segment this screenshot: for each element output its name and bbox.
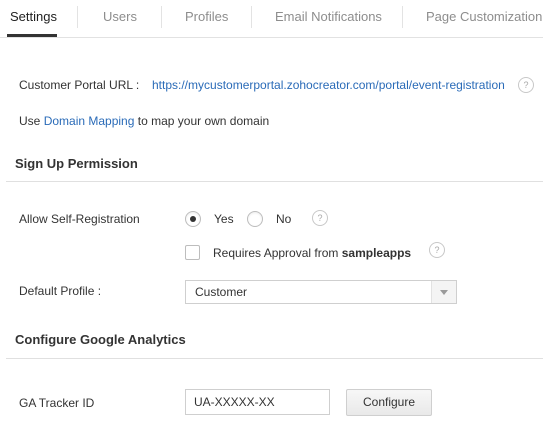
approval-app-name: sampleapps xyxy=(341,246,412,260)
portal-url-label: Customer Portal URL : xyxy=(19,78,140,92)
signup-section-title: Sign Up Permission xyxy=(15,156,138,171)
requires-approval-checkbox[interactable] xyxy=(185,245,200,260)
yes-label: Yes xyxy=(214,212,234,226)
tab-page-customization[interactable]: Page Customization xyxy=(426,0,542,36)
active-tab-indicator xyxy=(7,34,57,37)
portal-url-link[interactable]: https://mycustomerportal.zohocreator.com… xyxy=(152,78,505,92)
tab-email-notifications[interactable]: Email Notifications xyxy=(275,0,382,36)
self-registration-label: Allow Self-Registration xyxy=(19,212,140,226)
section-divider xyxy=(6,358,543,359)
domain-mapping-link[interactable]: Domain Mapping xyxy=(44,114,135,128)
tab-bar: Settings Users Profiles Email Notificati… xyxy=(0,0,543,38)
dropdown-button[interactable] xyxy=(431,281,456,303)
ga-tracker-label: GA Tracker ID xyxy=(19,396,95,410)
tab-profiles[interactable]: Profiles xyxy=(185,0,228,36)
portal-url-help-icon[interactable]: ? xyxy=(518,77,534,93)
default-profile-value: Customer xyxy=(195,285,248,299)
analytics-section-title: Configure Google Analytics xyxy=(15,332,186,347)
requires-approval-label: Requires Approval from sampleapps xyxy=(213,246,411,260)
requires-approval-help-icon[interactable]: ? xyxy=(429,242,445,258)
tab-separator xyxy=(77,6,78,28)
section-divider xyxy=(6,181,543,182)
self-registration-yes-radio[interactable] xyxy=(185,211,201,227)
self-registration-help-icon[interactable]: ? xyxy=(312,210,328,226)
ga-tracker-input[interactable]: UA-XXXXX-XX xyxy=(185,389,330,415)
no-label: No xyxy=(276,212,292,226)
tab-separator xyxy=(161,6,162,28)
tab-settings[interactable]: Settings xyxy=(10,0,57,36)
domain-mapping-suffix: to map your own domain xyxy=(137,114,270,128)
tab-separator xyxy=(251,6,252,28)
chevron-down-icon xyxy=(440,290,448,295)
tab-users[interactable]: Users xyxy=(103,0,137,36)
tab-separator xyxy=(402,6,403,28)
configure-button[interactable]: Configure xyxy=(346,389,432,416)
domain-mapping-text: Use Domain Mapping to map your own domai… xyxy=(19,114,269,128)
default-profile-label: Default Profile : xyxy=(19,284,102,298)
radio-selected-dot xyxy=(190,216,196,222)
default-profile-select[interactable]: Customer xyxy=(185,280,457,304)
self-registration-no-radio[interactable] xyxy=(247,211,263,227)
domain-mapping-prefix: Use xyxy=(19,114,41,128)
requires-approval-text: Requires Approval from xyxy=(213,246,339,260)
